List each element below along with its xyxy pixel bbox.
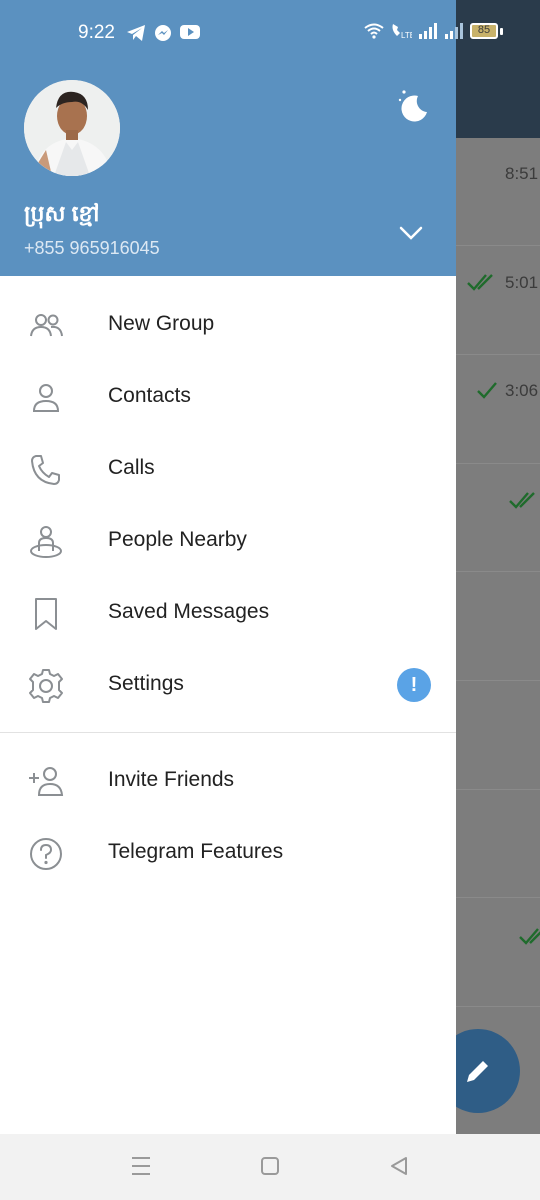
chat-time: 3:06 <box>505 381 539 400</box>
status-time: 9:22 <box>78 22 115 43</box>
menu-item-label: Contacts <box>108 384 191 407</box>
menu-item-label: People Nearby <box>108 528 247 551</box>
chat-row <box>456 355 540 464</box>
night-mode-toggle[interactable] <box>394 88 430 124</box>
menu-item-calls[interactable]: Calls <box>0 434 456 506</box>
messenger-icon <box>155 25 171 41</box>
menu-item-settings[interactable]: Settings ! <box>0 650 456 722</box>
double-check-icon <box>519 928 540 945</box>
chevron-down-icon[interactable] <box>398 224 424 242</box>
signal-icon <box>419 23 437 39</box>
chat-row <box>456 138 540 246</box>
volte-icon: LTE <box>392 24 412 40</box>
signal-icon <box>445 23 463 39</box>
phone-icon <box>31 455 60 485</box>
add-person-icon <box>29 767 64 796</box>
wifi-icon <box>364 23 384 39</box>
telegram-icon <box>127 25 145 41</box>
chat-row <box>456 790 540 898</box>
home-square-icon[interactable] <box>259 1154 281 1178</box>
profile-name: ប្រុស ខ្មៅ <box>24 201 100 226</box>
chat-time: 8:51 <box>505 164 539 183</box>
menu-item-label: Calls <box>108 456 155 479</box>
chat-row <box>456 898 540 1007</box>
menu-item-label: New Group <box>108 312 215 335</box>
chat-row <box>456 681 540 790</box>
menu-item-people-nearby[interactable]: People Nearby <box>0 506 456 578</box>
menu-item-invite-friends[interactable]: Invite Friends <box>0 746 456 818</box>
menu-lines-icon[interactable] <box>130 1154 152 1178</box>
chat-row <box>456 246 540 355</box>
menu-item-label: Telegram Features <box>108 840 284 863</box>
menu-item-label: Settings <box>108 672 184 695</box>
menu-item-new-group[interactable]: New Group <box>0 290 456 362</box>
menu-item-contacts[interactable]: Contacts <box>0 362 456 434</box>
pencil-icon <box>467 1061 488 1082</box>
person-icon <box>32 384 60 412</box>
avatar-photo <box>24 80 120 176</box>
drawer-header: 9:22 LT 85 ប្រុស ខ្មៅ +855 965916045 <box>0 0 503 276</box>
people-nearby-icon <box>30 526 62 558</box>
avatar[interactable] <box>24 80 120 176</box>
chat-row <box>456 464 540 572</box>
group-icon <box>30 314 63 337</box>
battery-tip <box>500 27 503 35</box>
settings-alert-badge: ! <box>397 668 431 702</box>
notification-icons <box>126 24 200 42</box>
chat-time: 5:01 <box>505 273 539 292</box>
system-nav-bar <box>0 1134 540 1200</box>
profile-phone: +855 965916045 <box>24 238 160 258</box>
chat-list-toolbar <box>456 0 540 138</box>
chat-row <box>456 572 540 681</box>
screen: 8:51 5:01 3:06 9:22 LT 85 ប្រុស ខ្មៅ +85… <box>0 0 540 1200</box>
menu-item-label: Saved Messages <box>108 600 270 623</box>
battery-level: 85 <box>477 24 491 36</box>
svg-text:LTE: LTE <box>401 31 412 40</box>
gear-icon <box>29 669 63 703</box>
double-check-icon <box>509 492 535 509</box>
menu-item-telegram-features[interactable]: Telegram Features <box>0 818 456 890</box>
youtube-icon <box>180 25 200 39</box>
menu-item-saved-messages[interactable]: Saved Messages <box>0 578 456 650</box>
menu-divider <box>0 732 456 733</box>
navigation-drawer: 9:22 LT 85 ប្រុស ខ្មៅ +855 965916045 New… <box>0 0 503 1134</box>
back-triangle-icon[interactable] <box>388 1154 410 1178</box>
menu-item-label: Invite Friends <box>108 768 235 791</box>
check-icon <box>477 382 497 399</box>
double-check-icon <box>467 274 493 291</box>
system-status-icons: LTE 85 <box>364 22 503 40</box>
bookmark-icon <box>35 598 57 630</box>
question-icon <box>30 838 62 870</box>
battery-icon: 85 <box>470 23 498 39</box>
